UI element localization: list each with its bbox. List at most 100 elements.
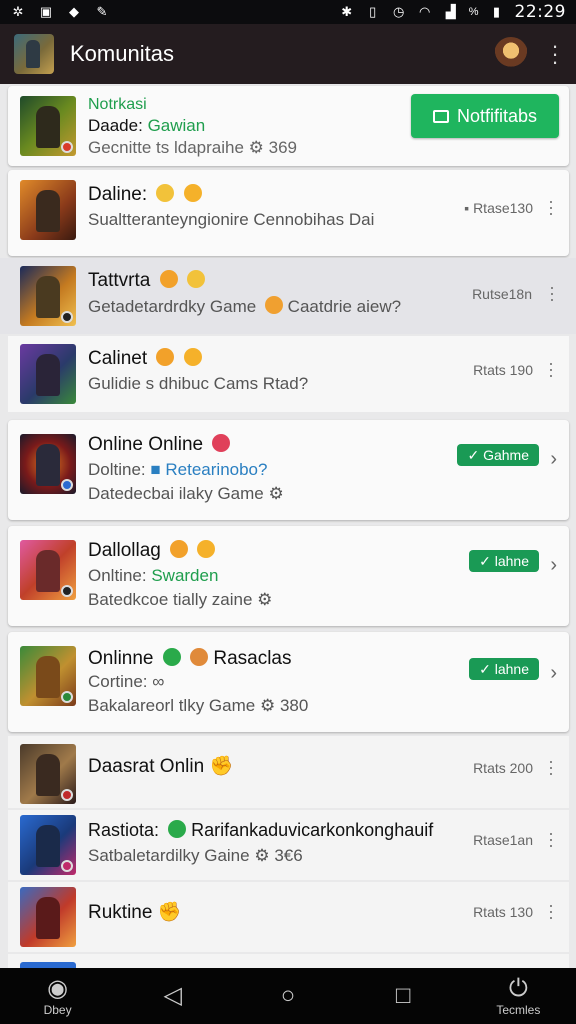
emoji-icon	[156, 184, 175, 202]
list-item-partial[interactable]	[8, 954, 569, 968]
home-button[interactable]: ○	[248, 982, 328, 1010]
community-list: Notrkasi Daade: Gawian Gecnitte ts ldapr…	[0, 84, 576, 968]
item-detail-text: Batedkcoe tially zaine	[88, 590, 253, 609]
item-title-suffix: Rasaclas	[213, 648, 292, 669]
item-title-text: Dallollag	[88, 540, 161, 561]
item-title-text: Ruktine	[88, 902, 153, 923]
check-icon: ✓	[467, 447, 484, 463]
item-title-text: Daasrat Onlin	[88, 756, 205, 777]
emoji-icon	[186, 270, 205, 288]
gear-icon: ⚙	[268, 484, 284, 503]
notification-card[interactable]: Notrkasi Daade: Gawian Gecnitte ts ldapr…	[8, 86, 569, 166]
item-title: Rastiota: Rarifankaduvicarkonkonghauif	[88, 820, 433, 841]
game-thumbnail	[20, 434, 76, 494]
item-menu-icon[interactable]: · · ·	[547, 192, 555, 222]
profile-avatar-button[interactable]	[494, 37, 528, 71]
circle-icon: ◉	[47, 975, 69, 1002]
game-thumbnail	[20, 744, 76, 804]
item-menu-icon[interactable]: · · ·	[547, 824, 555, 854]
photo-icon: ▣	[39, 4, 53, 19]
power-icon: ⏻	[508, 975, 528, 1002]
item-title-text: Onlinne	[88, 648, 154, 669]
app-bar: Komunitas · · ·	[0, 24, 576, 84]
item-detail-text: Datedecbai ilaky Game	[88, 484, 264, 503]
chat-icon: ■	[150, 460, 161, 479]
home-circle-icon: ○	[280, 982, 296, 1009]
recents-button[interactable]: □	[363, 982, 443, 1010]
list-item[interactable]: Online Online Doltine: ■ Retearinobo? Da…	[8, 420, 569, 520]
page-title: Komunitas	[70, 41, 174, 66]
item-title: Ruktine ✊	[88, 900, 181, 924]
item-subtitle-text: Satbaletardilky Gaine	[88, 846, 250, 865]
item-menu-icon[interactable]: · · ·	[547, 752, 555, 782]
list-item[interactable]: Daline: Sualtteranteyngionire Cennobihas…	[8, 170, 569, 256]
game-thumbnail	[20, 266, 76, 326]
chevron-right-icon[interactable]: ›	[550, 554, 557, 577]
back-button[interactable]: ◁	[133, 982, 213, 1010]
list-item[interactable]: Calinet Gulidie s dhibuc Cams Rtad? Rtat…	[8, 336, 569, 412]
item-title: Daline:	[88, 184, 202, 206]
item-subtitle: Sualtteranteyngionire Cennobihas Dai	[88, 210, 375, 229]
item-title: Dallollag	[88, 540, 216, 562]
item-detail: Bakalareorl tlky Game ⚙ 380	[88, 696, 308, 716]
nav-left-button[interactable]: ◉ Dbey	[18, 975, 98, 1017]
check-icon: ✓	[479, 553, 495, 569]
item-meta-text: Rtase130	[473, 200, 533, 216]
mail-icon	[432, 109, 449, 123]
item-title-text: Online Online	[88, 434, 204, 455]
list-item[interactable]: Rastiota: Rarifankaduvicarkonkonghauif S…	[8, 810, 569, 880]
list-item[interactable]: Daasrat Onlin ✊ Rtats 200 · · ·	[8, 736, 569, 808]
emoji-icon	[159, 270, 178, 288]
item-meta: Rutse18n	[472, 286, 532, 302]
overflow-menu-icon[interactable]: · · ·	[548, 35, 562, 73]
item-detail-count: 380	[279, 696, 309, 715]
item-meta: ▪ Rtase130	[464, 200, 533, 216]
item-subtitle: Doltine: ■ Retearinobo?	[88, 460, 267, 480]
game-thumbnail	[20, 96, 76, 156]
item-meta: Rtats 130	[473, 904, 533, 920]
item-menu-icon[interactable]: · · ·	[547, 896, 555, 926]
notifications-button-label: Notfifitabs	[456, 105, 538, 126]
status-badge[interactable]: ✓ lahne	[469, 550, 539, 572]
notification-subtitle: Daade: Gawian	[88, 116, 205, 136]
emoji-icon	[162, 648, 181, 666]
list-item[interactable]: Tattvrta Getadetardrdky Game Caatdrie ai…	[0, 258, 576, 334]
status-badge-label: lahne	[494, 661, 529, 677]
battery-icon: ▮	[492, 4, 501, 19]
item-meta: Rtase1an	[473, 832, 533, 848]
battery-percent: %	[468, 6, 479, 18]
nav-left-label: Dbey	[43, 1003, 72, 1017]
alarm-icon: ◷	[393, 4, 405, 19]
item-subtitle-accent: Retearinobo?	[165, 460, 268, 479]
item-menu-icon[interactable]: · · ·	[548, 278, 556, 308]
item-subtitle-accent: Swarden	[151, 566, 219, 585]
item-title-suffix: Rarifankaduvicarkonkonghauif	[191, 820, 434, 840]
status-badge[interactable]: ✓ lahne	[469, 658, 539, 680]
item-menu-icon[interactable]: · · ·	[547, 354, 555, 384]
list-item[interactable]: Onlinne Rasaclas Cortine: ∞ Bakalareorl …	[8, 632, 569, 732]
list-item[interactable]: Dallollag Onltine: Swarden Batedkcoe tia…	[8, 526, 569, 626]
notification-detail: Gecnitte ts ldapraihe ⚙ 369	[88, 138, 297, 158]
status-badge-label: lahne	[494, 553, 529, 569]
notification-title: Notrkasi	[88, 96, 147, 113]
item-meta: Rtats 200	[473, 760, 533, 776]
item-subtitle: Gulidie s dhibuc Cams Rtad?	[88, 374, 309, 393]
gear-icon: ⚙	[257, 590, 273, 609]
dot-icon: ▪	[464, 200, 474, 216]
notification-accent-text: Gawian	[147, 116, 206, 135]
check-icon: ✓	[479, 661, 495, 677]
item-subtitle: Getadetardrdky Game Caatdrie aiew?	[88, 296, 401, 317]
notification-date-label: Daade:	[88, 116, 143, 135]
item-subtitle-extra: Caatdrie aiew?	[287, 297, 402, 316]
chevron-right-icon[interactable]: ›	[550, 662, 557, 685]
chevron-right-icon[interactable]: ›	[550, 448, 557, 471]
nav-right-label: Tecmles	[496, 1003, 541, 1017]
item-detail-text: Bakalareorl tlky Game	[88, 696, 256, 715]
navigation-bar: ◉ Dbey ◁ ○ □ ⏻ Tecmles	[0, 968, 576, 1024]
notifications-button[interactable]: Notfifitabs	[411, 94, 559, 138]
status-badge[interactable]: ✓ Gahme	[457, 444, 539, 466]
item-subtitle: Onltine: Swarden	[88, 566, 218, 586]
nav-right-button[interactable]: ⏻ Tecmles	[478, 975, 558, 1017]
notification-detail-text: Gecnitte ts ldapraihe	[88, 138, 244, 157]
list-item[interactable]: Ruktine ✊ Rtats 130 · · ·	[8, 882, 569, 952]
